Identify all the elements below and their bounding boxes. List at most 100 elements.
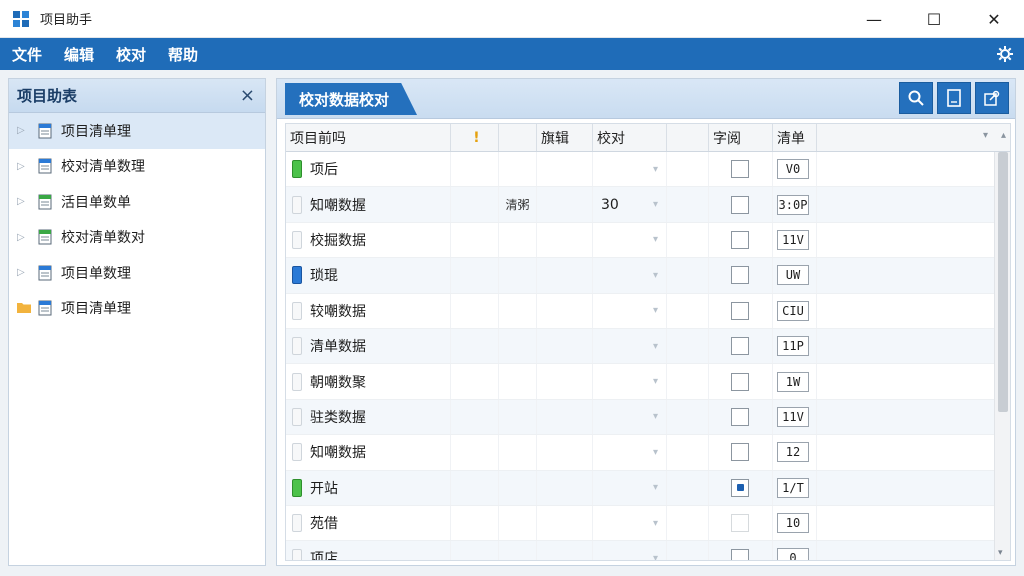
value-field[interactable]: 10: [777, 513, 809, 534]
chevron-down-icon[interactable]: ▾: [653, 234, 658, 245]
col-header-list[interactable]: 清单: [773, 124, 817, 151]
cell-edit[interactable]: [537, 328, 593, 364]
cell-check-dropdown[interactable]: ▾: [593, 399, 667, 435]
cell-edit[interactable]: [537, 293, 593, 328]
chevron-down-icon[interactable]: ▾: [653, 164, 658, 175]
tree-item[interactable]: 项目清单理: [9, 291, 265, 327]
cell-edit[interactable]: [537, 470, 593, 505]
scroll-down-icon[interactable]: ▾: [998, 548, 1003, 558]
row-checkbox[interactable]: [731, 301, 749, 320]
expand-arrow-icon[interactable]: ▷: [17, 232, 31, 243]
row-checkbox[interactable]: [731, 266, 749, 285]
value-field[interactable]: 12: [777, 442, 809, 463]
table-row[interactable]: 知嘲数握 清粥 30 ▾ 3:0P: [286, 187, 1010, 223]
row-checkbox[interactable]: [731, 407, 749, 426]
tree-item[interactable]: ▷ 项目清单理: [9, 113, 265, 149]
sort-chevron-icon[interactable]: ▾: [983, 130, 988, 141]
value-field[interactable]: 11P: [777, 336, 809, 357]
table-row[interactable]: 清单数据 ▾ 11P: [286, 328, 1010, 365]
chevron-down-icon[interactable]: ▾: [653, 376, 658, 387]
chevron-down-icon[interactable]: ▾: [653, 411, 658, 422]
row-checkbox[interactable]: [731, 337, 749, 356]
menu-edit[interactable]: 编辑: [54, 44, 104, 65]
cell-check-dropdown[interactable]: ▾: [593, 222, 667, 258]
cell-edit[interactable]: [537, 435, 593, 470]
chevron-down-icon[interactable]: ▾: [653, 270, 658, 281]
chevron-down-icon[interactable]: ▾: [653, 199, 658, 210]
page-button[interactable]: [937, 82, 971, 114]
search-button[interactable]: [899, 82, 933, 114]
row-checkbox[interactable]: [731, 514, 749, 533]
chevron-down-icon[interactable]: ▾: [653, 553, 658, 560]
cell-check-dropdown[interactable]: ▾: [593, 293, 667, 328]
table-row[interactable]: 开站 ▾ 1/T: [286, 470, 1010, 506]
menu-file[interactable]: 文件: [2, 44, 52, 65]
tree-item[interactable]: ▷ 校对清单数理: [9, 149, 265, 185]
folder-icon[interactable]: [17, 301, 31, 316]
value-field[interactable]: CIU: [777, 300, 809, 321]
cell-check-dropdown[interactable]: ▾: [593, 364, 667, 399]
maximize-button[interactable]: ☐: [904, 0, 964, 38]
col-header-warning-icon[interactable]: !: [451, 124, 499, 151]
cell-check-dropdown[interactable]: ▾: [593, 505, 667, 541]
expand-arrow-icon[interactable]: ▷: [17, 267, 31, 278]
row-checkbox[interactable]: [731, 160, 749, 179]
chevron-down-icon[interactable]: ▾: [653, 518, 658, 529]
table-row[interactable]: 知嘲数据 ▾ 12: [286, 435, 1010, 471]
table-row[interactable]: 驻类数握 ▾ 11V: [286, 399, 1010, 436]
left-panel-close-icon[interactable]: ×: [240, 85, 255, 106]
tree-item[interactable]: ▷ 项目单数理: [9, 255, 265, 291]
row-checkbox[interactable]: [731, 549, 749, 560]
tab-proofread-data[interactable]: 校对数据校对: [285, 83, 418, 115]
table-row[interactable]: 项后 ▾ V0: [286, 152, 1010, 188]
chevron-down-icon[interactable]: ▾: [653, 341, 658, 352]
menu-proofread[interactable]: 校对: [106, 44, 156, 65]
row-checkbox[interactable]: [731, 372, 749, 391]
cell-check-dropdown[interactable]: ▾: [593, 470, 667, 505]
settings-gear-icon[interactable]: [996, 45, 1014, 63]
expand-arrow-icon[interactable]: ▷: [17, 161, 31, 172]
expand-arrow-icon[interactable]: ▷: [17, 125, 31, 136]
chevron-down-icon[interactable]: ▾: [653, 482, 658, 493]
row-checkbox[interactable]: [731, 478, 749, 497]
menu-help[interactable]: 帮助: [158, 44, 208, 65]
cell-check-dropdown[interactable]: ▾: [593, 541, 667, 560]
table-row[interactable]: 苑借 ▾ 10: [286, 505, 1010, 542]
cell-edit[interactable]: [537, 505, 593, 541]
vertical-scrollbar[interactable]: ▾: [994, 152, 1010, 560]
tree-item[interactable]: ▷ 活目单数单: [9, 184, 265, 220]
value-field[interactable]: UW: [777, 265, 809, 286]
row-checkbox[interactable]: [731, 443, 749, 462]
cell-edit[interactable]: [537, 399, 593, 435]
col-header-name[interactable]: 项目前吗: [286, 124, 451, 151]
cell-edit[interactable]: [537, 222, 593, 258]
col-header-check[interactable]: 校对: [593, 124, 667, 151]
scroll-up-icon[interactable]: ▴: [1001, 130, 1006, 141]
value-field[interactable]: 3:0P: [777, 194, 809, 215]
table-row[interactable]: 琐琨 ▾ UW: [286, 258, 1010, 294]
cell-edit[interactable]: [537, 187, 593, 222]
cell-check-dropdown[interactable]: ▾: [593, 258, 667, 293]
row-checkbox[interactable]: [731, 230, 749, 249]
row-checkbox[interactable]: [731, 195, 749, 214]
expand-arrow-icon[interactable]: ▷: [17, 196, 31, 207]
cell-check-dropdown[interactable]: ▾: [593, 152, 667, 187]
cell-check-dropdown[interactable]: ▾: [593, 435, 667, 470]
value-field[interactable]: 11V: [777, 406, 809, 427]
tree-item[interactable]: ▷ 校对清单数对: [9, 220, 265, 256]
cell-edit[interactable]: [537, 152, 593, 187]
col-header-edit[interactable]: 旗辑: [537, 124, 593, 151]
value-field[interactable]: 0: [777, 548, 809, 560]
value-field[interactable]: 1W: [777, 371, 809, 392]
table-row[interactable]: 较嘲数据 ▾ CIU: [286, 293, 1010, 329]
cell-edit[interactable]: [537, 541, 593, 560]
chevron-down-icon[interactable]: ▾: [653, 447, 658, 458]
value-field[interactable]: 1/T: [777, 477, 809, 498]
cell-check-dropdown[interactable]: 30 ▾: [593, 187, 667, 222]
scrollbar-thumb[interactable]: [998, 152, 1008, 412]
cell-check-dropdown[interactable]: ▾: [593, 328, 667, 364]
cell-edit[interactable]: [537, 258, 593, 293]
table-row[interactable]: 项店 ▾ 0: [286, 541, 1010, 560]
share-button[interactable]: [975, 82, 1009, 114]
col-header-read[interactable]: 字阅: [709, 124, 773, 151]
